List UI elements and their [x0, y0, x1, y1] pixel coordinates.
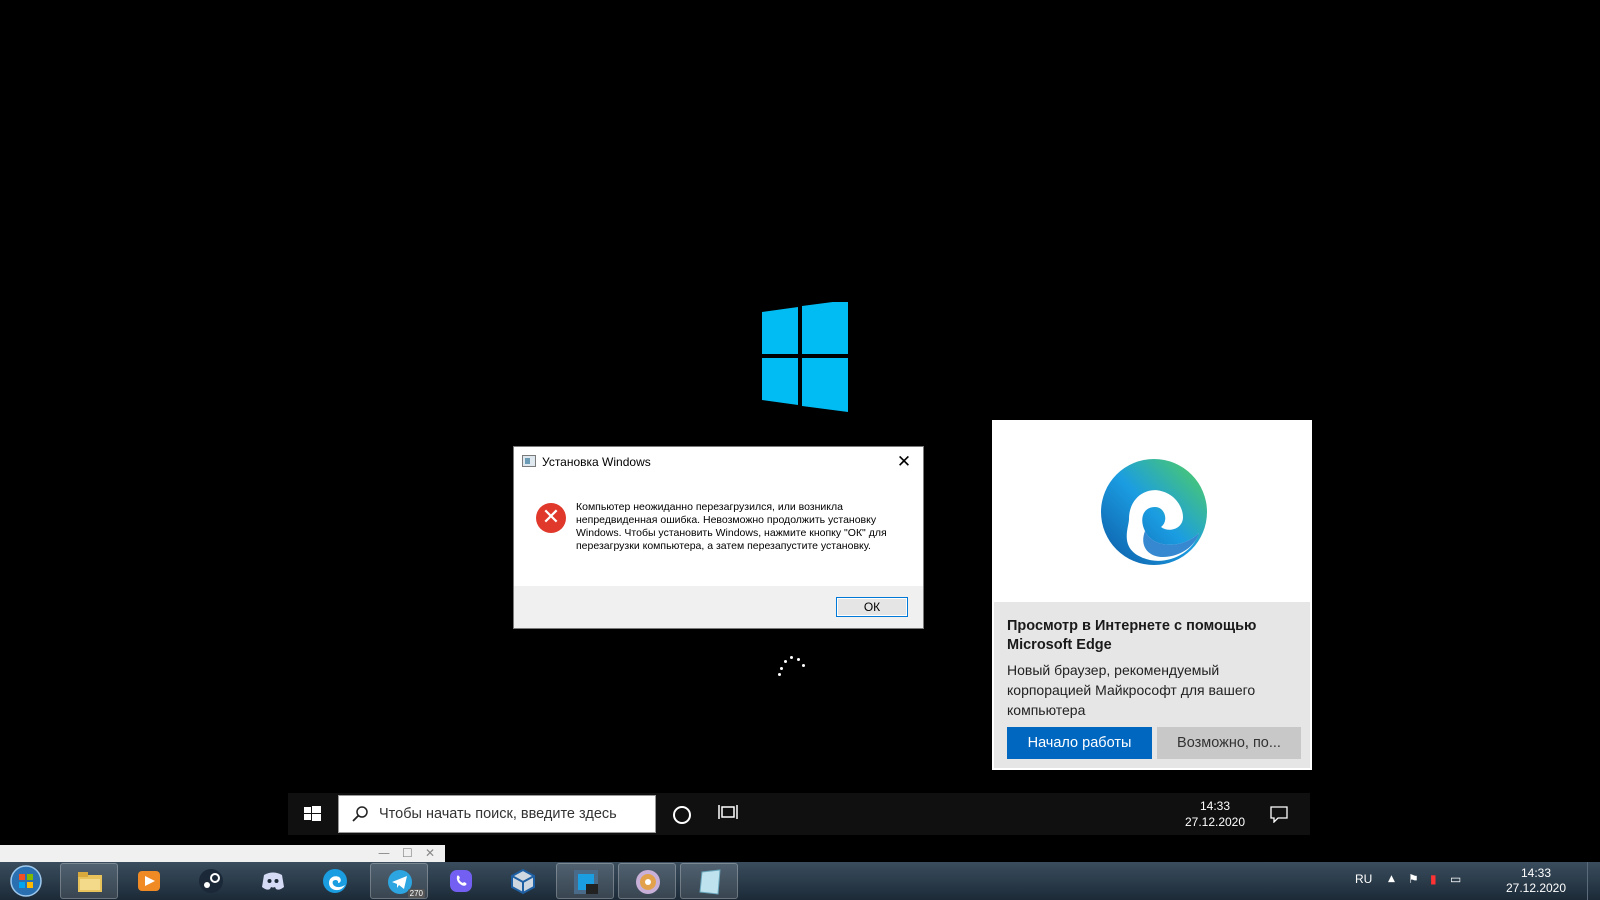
dialog-titlebar[interactable]: Установка Windows ✕ — [514, 447, 923, 477]
ok-button[interactable]: ОК — [836, 597, 908, 617]
discord-icon — [262, 872, 284, 890]
start-button-icon[interactable] — [288, 793, 336, 835]
get-started-button[interactable]: Начало работы — [1007, 727, 1152, 759]
windows-logo — [762, 302, 848, 412]
setup-error-dialog: Установка Windows ✕ ✕ Компьютер неожидан… — [513, 446, 924, 629]
vm-window-strip: — ☐ ✕ — [0, 845, 445, 863]
host-taskbar: 270 RU ▲ ⚑ ▮ ▭ 14:33 27.12.2020 — [0, 862, 1600, 900]
action-center-icon[interactable] — [1270, 805, 1288, 823]
search-placeholder: Чтобы начать поиск, введите здесь — [379, 806, 617, 822]
host-date: 27.12.2020 — [1505, 881, 1567, 895]
taskbar-item-explorer[interactable] — [60, 863, 118, 899]
power-icon[interactable]: ▮ — [1430, 872, 1437, 886]
close-icon[interactable]: ✕ — [893, 451, 915, 473]
loading-spinner-icon — [778, 653, 808, 683]
minimize-icon[interactable]: — — [378, 846, 390, 860]
guest-date: 27.12.2020 — [1184, 815, 1246, 829]
dialog-title: Установка Windows — [542, 455, 651, 469]
file-explorer-icon — [78, 872, 102, 892]
search-box[interactable]: Чтобы начать поиск, введите здесь — [338, 795, 656, 833]
error-icon: ✕ — [536, 503, 566, 533]
setup-window-icon — [522, 455, 536, 467]
task-view-icon[interactable] — [718, 803, 738, 823]
windows-orb-icon[interactable] — [6, 864, 46, 898]
dialog-footer: ОК — [514, 586, 923, 628]
taskbar-item-edge[interactable] — [306, 863, 364, 899]
taskbar-item-disc[interactable] — [618, 863, 676, 899]
windows10-vm-icon — [574, 870, 598, 894]
language-indicator[interactable]: RU — [1355, 872, 1372, 886]
taskbar-item-notepad[interactable] — [680, 863, 738, 899]
viber-icon — [450, 870, 472, 892]
notepad-icon — [699, 869, 721, 895]
taskbar-item-virtualbox[interactable] — [494, 863, 552, 899]
guest-clock[interactable]: 14:33 27.12.2020 — [1180, 798, 1250, 830]
search-icon — [352, 806, 368, 822]
flag-icon[interactable]: ⚑ — [1408, 872, 1419, 886]
cortana-icon[interactable] — [673, 806, 691, 824]
edge-icon — [323, 869, 347, 893]
edge-promo-card: Просмотр в Интернете с помощью Microsoft… — [992, 420, 1312, 770]
edge-logo-icon — [1101, 459, 1207, 565]
guest-time: 14:33 — [1199, 799, 1231, 813]
network-icon[interactable]: ▭ — [1450, 872, 1461, 886]
taskbar-item-discord[interactable] — [244, 863, 302, 899]
edge-hero — [994, 422, 1310, 602]
virtualbox-icon — [511, 868, 535, 895]
disc-icon — [636, 870, 660, 894]
telegram-unread-badge: 270 — [407, 889, 425, 898]
host-time: 14:33 — [1520, 866, 1552, 880]
taskbar-item-win10-vm[interactable] — [556, 863, 614, 899]
close-icon[interactable]: ✕ — [425, 846, 435, 860]
taskbar-item-media[interactable] — [120, 863, 178, 899]
edge-description: Новый браузер, рекомендуемый корпорацией… — [1007, 662, 1256, 718]
taskbar-item-viber[interactable] — [432, 863, 490, 899]
guest-taskbar: Чтобы начать поиск, введите здесь 14:33 … — [288, 793, 1310, 835]
show-desktop-button[interactable] — [1587, 862, 1600, 900]
dialog-message: Компьютер неожиданно перезагрузился, или… — [576, 501, 887, 552]
media-player-icon — [138, 871, 160, 891]
host-clock[interactable]: 14:33 27.12.2020 — [1496, 866, 1576, 896]
maybe-later-button[interactable]: Возможно, по... — [1157, 727, 1301, 759]
edge-heading: Просмотр в Интернете с помощью Microsoft… — [1007, 618, 1257, 653]
taskbar-item-telegram[interactable]: 270 — [370, 863, 428, 899]
show-hidden-icons-icon[interactable]: ▲ — [1388, 874, 1395, 884]
taskbar-item-steam[interactable] — [182, 863, 240, 899]
maximize-icon[interactable]: ☐ — [402, 846, 413, 860]
steam-icon — [199, 869, 223, 893]
system-tray: RU ▲ ⚑ ▮ ▭ 14:33 27.12.2020 — [1340, 862, 1600, 900]
